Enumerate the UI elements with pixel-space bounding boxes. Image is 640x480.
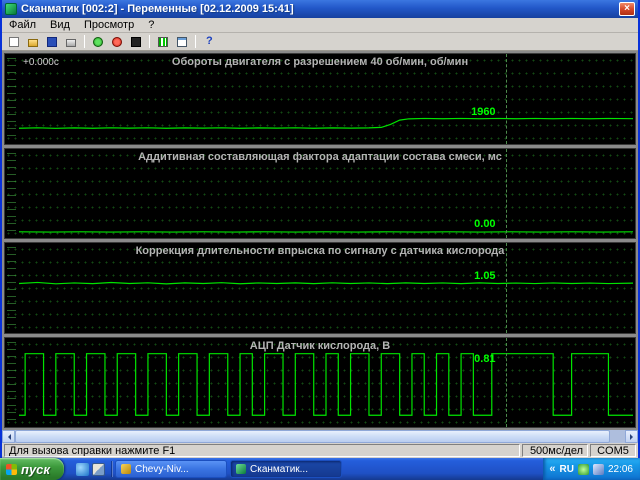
chart-title: АЦП Датчик кислорода, В: [5, 340, 635, 352]
tray-icon-2[interactable]: [593, 464, 604, 475]
screen: Сканматик [002:2] - Переменные [02.12.20…: [0, 0, 640, 480]
toolbar-button-save[interactable]: [43, 34, 61, 50]
status-timebase: 500мс/дел: [522, 444, 588, 457]
table-icon: [177, 37, 187, 47]
internet-explorer-icon[interactable]: [76, 463, 89, 476]
right-triangle-icon: [630, 434, 636, 440]
task-icon: [121, 464, 131, 474]
fuel-trim-trace: [19, 151, 633, 237]
chart-panel-oxygen-sensor[interactable]: АЦП Датчик кислорода, В 0.81: [4, 337, 636, 429]
windows-logo-icon: [6, 464, 17, 475]
show-desktop-icon[interactable]: [92, 463, 105, 476]
tray-collapse-icon[interactable]: «: [549, 463, 555, 475]
toolbar-button-new[interactable]: [5, 34, 23, 50]
chart-title: Аддитивная составляющая фактора адаптаци…: [5, 151, 635, 163]
toolbar-button-table[interactable]: [173, 34, 191, 50]
y-axis-ticks: [7, 153, 16, 235]
language-indicator[interactable]: RU: [560, 464, 574, 475]
y-axis-ticks: [7, 58, 16, 140]
injection-correction-trace: [19, 245, 633, 331]
record-icon: [112, 37, 122, 47]
toolbar-button-open[interactable]: [24, 34, 42, 50]
start-label: пуск: [21, 462, 50, 477]
cursor-value: 1960: [471, 106, 499, 118]
close-button[interactable]: ×: [619, 2, 635, 16]
start-button[interactable]: пуск: [0, 458, 64, 480]
stop-icon: [131, 37, 141, 47]
print-icon: [66, 39, 76, 47]
toolbar-button-print[interactable]: [62, 34, 80, 50]
window-title: Сканматик [002:2] - Переменные [02.12.20…: [21, 3, 619, 15]
quick-launch: [72, 458, 109, 480]
status-bar: Для вызова справки нажмите F1 500мс/дел …: [2, 443, 638, 458]
toolbar-separator: [84, 35, 85, 48]
y-axis-ticks: [7, 247, 16, 329]
status-com-port: COM5: [590, 444, 636, 457]
scroll-right-arrow[interactable]: [625, 430, 638, 443]
connect-icon: [93, 37, 103, 47]
app-window: Сканматик [002:2] - Переменные [02.12.20…: [0, 0, 640, 458]
open-icon: [28, 39, 38, 47]
tray-icon-1[interactable]: [578, 464, 589, 475]
chart-panel-injection-correction[interactable]: Коррекция длительности впрыска по сигнал…: [4, 242, 636, 334]
cursor-value: 0.81: [474, 353, 499, 365]
toolbar-separator: [149, 35, 150, 48]
cursor-value: 0.00: [474, 218, 499, 230]
clock: 22:06: [608, 464, 633, 475]
toolbar-button-connect[interactable]: [89, 34, 107, 50]
toolbar-button-help[interactable]: [200, 34, 218, 50]
save-icon: [47, 37, 57, 47]
chart-title: Обороты двигателя с разрешением 40 об/ми…: [5, 56, 635, 68]
oxygen-sensor-trace: [19, 340, 633, 426]
title-bar: Сканматик [002:2] - Переменные [02.12.20…: [2, 0, 638, 18]
help-icon: [204, 37, 214, 47]
taskbar: пуск Chevy-Niv... Сканматик... « RU 22:0…: [0, 458, 640, 480]
app-icon: [5, 3, 17, 15]
menu-help[interactable]: ?: [141, 19, 161, 31]
taskbar-divider: [111, 461, 113, 477]
chart-panel-additive-fuel-trim[interactable]: Аддитивная составляющая фактора адаптаци…: [4, 148, 636, 240]
menu-browse[interactable]: Просмотр: [77, 19, 141, 31]
menu-file[interactable]: Файл: [2, 19, 43, 31]
rpm-trace: [19, 56, 633, 142]
new-icon: [9, 37, 19, 47]
task-icon: [236, 464, 246, 474]
toolbar-separator: [195, 35, 196, 48]
menu-bar: Файл Вид Просмотр ?: [2, 18, 638, 33]
toolbar: [2, 33, 638, 51]
task-button-scanmatic[interactable]: Сканматик...: [230, 460, 342, 478]
cursor-value: 1.05: [474, 270, 499, 282]
chart-panel-rpm[interactable]: +0.000с Обороты двигателя с разрешением …: [4, 53, 636, 145]
system-tray: « RU 22:06: [543, 458, 640, 480]
horizontal-scrollbar[interactable]: [2, 430, 638, 443]
y-axis-ticks: [7, 342, 16, 424]
status-help-text: Для вызова справки нажмите F1: [4, 444, 520, 457]
left-triangle-icon: [5, 434, 11, 440]
chart-title: Коррекция длительности впрыска по сигнал…: [5, 245, 635, 257]
chart-icon: [158, 37, 168, 47]
toolbar-button-record[interactable]: [108, 34, 126, 50]
toolbar-button-chart[interactable]: [154, 34, 172, 50]
menu-view[interactable]: Вид: [43, 19, 77, 31]
toolbar-button-stop[interactable]: [127, 34, 145, 50]
charts-area: +0.000с Обороты двигателя с разрешением …: [2, 51, 638, 430]
scrollbar-thumb[interactable]: [15, 430, 610, 443]
scroll-left-arrow[interactable]: [2, 430, 15, 443]
task-button-chevy[interactable]: Chevy-Niv...: [115, 460, 227, 478]
